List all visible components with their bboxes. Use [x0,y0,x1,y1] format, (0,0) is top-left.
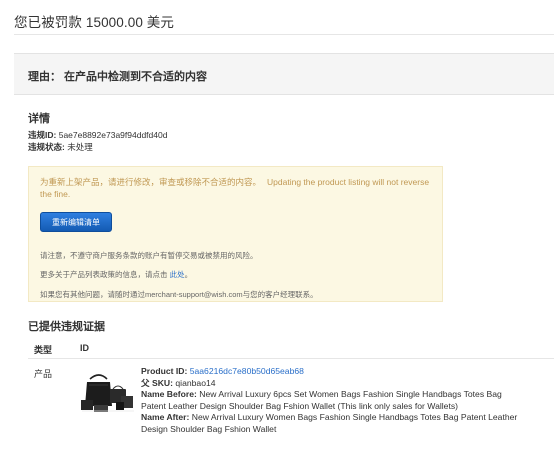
notice-line-policy: 更多关于产品列表政策的信息，请点击 此处。 [40,269,192,280]
column-header-id: ID [80,343,89,353]
violation-id-label: 违规ID: [28,130,57,140]
notice-box: 为重新上架产品，请进行修改，审查或移除不合适的内容。 Updating the p… [28,166,443,302]
evidence-heading: 已提供违规证据 [28,321,105,333]
notice-line-terms: 请注意，不遵守商户服务条款的账户有暂停交易或被禁用的风险。 [40,251,258,260]
violation-id-value: 5ae7e8892e73a9f94ddfd40d [58,130,168,140]
sku-label: 父 SKU: [141,377,173,388]
name-before-row: Name Before: New Arrival Luxury 6pcs Set… [141,389,521,412]
row-type-cell: 产品 [34,369,53,379]
page-title: 您已被罚款 15000.00 美元 [14,15,175,30]
notice-line-support: 如果您有其他问题，请随时通过merchant-support@wish.com与… [40,290,318,299]
product-thumbnail[interactable] [80,371,135,416]
title-divider [14,34,554,35]
notice-warning: 为重新上架产品，请进行修改，审查或移除不合适的内容。 Updating the p… [40,176,435,200]
column-header-type: 类型 [34,345,53,355]
name-after-label: Name After: [141,412,190,422]
product-id-label: Product ID: [141,366,188,376]
sku-row: 父 SKU: qianbao14 [141,378,521,390]
name-after-row: Name After: New Arrival Luxury Women Bag… [141,412,521,435]
violation-status-row: 违规状态: 未处理 [28,141,167,153]
product-id-link[interactable]: 5aa6216dc7e80b50d65eab68 [190,366,304,376]
violation-status-label: 违规状态: [28,142,65,152]
violation-status-value: 未处理 [67,142,93,152]
name-after-value: New Arrival Luxury Women Bags Fashion Si… [141,412,518,434]
notice-policy-text: 更多关于产品列表政策的信息，请点击 [40,270,168,279]
policy-link[interactable]: 此处 [170,270,185,279]
violation-id-row: 违规ID: 5ae7e8892e73a9f94ddfd40d [28,129,167,141]
reason-text: 理由： 在产品中检测到不合适的内容 [28,71,208,83]
notice-warning-cn: 为重新上架产品，请进行修改，审查或移除不合适的内容。 [40,177,262,187]
details-section: 详情 违规ID: 5ae7e8892e73a9f94ddfd40d 违规状态: … [28,110,167,153]
sku-value: qianbao14 [175,377,216,388]
notice-policy-suffix: 。 [184,270,193,279]
reason-bar: 理由： 在产品中检测到不合适的内容 [14,53,554,95]
product-id-row: Product ID: 5aa6216dc7e80b50d65eab68 [141,366,521,378]
evidence-table-header: 类型 ID [28,337,554,359]
relist-button[interactable]: 重新编辑清单 [40,212,112,232]
name-before-label: Name Before: [141,389,197,399]
product-details: Product ID: 5aa6216dc7e80b50d65eab68 父 S… [141,366,521,435]
details-heading: 详情 [28,113,50,125]
